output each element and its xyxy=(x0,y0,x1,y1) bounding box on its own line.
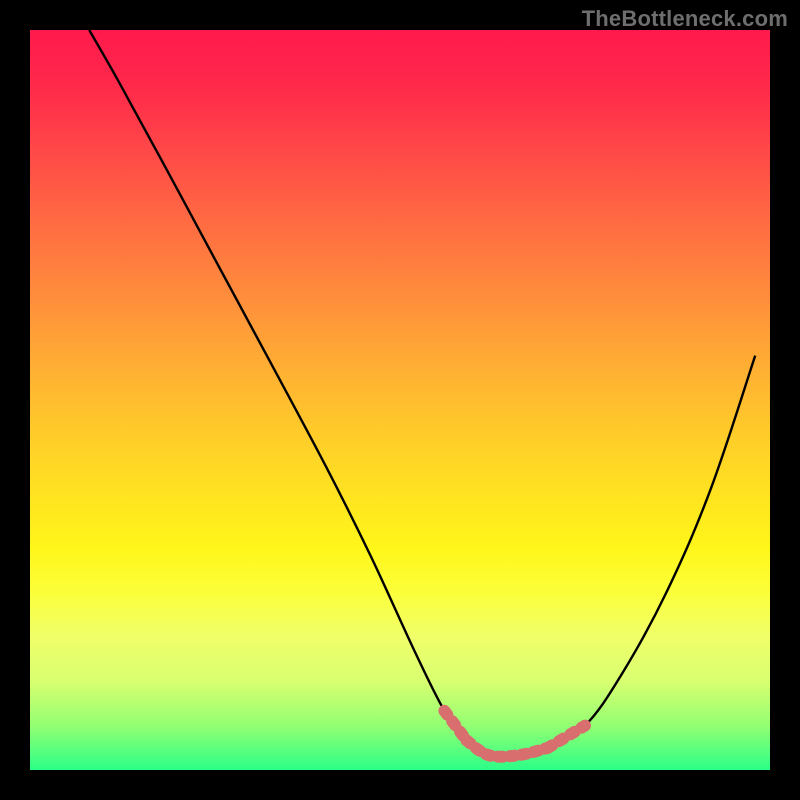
chart-frame xyxy=(30,30,770,770)
marker-segment-bottom xyxy=(467,740,548,756)
watermark-text: TheBottleneck.com xyxy=(582,6,788,32)
bottleneck-curve xyxy=(89,30,755,757)
chart-curve-svg xyxy=(30,30,770,770)
marker-segment-right xyxy=(548,726,585,748)
